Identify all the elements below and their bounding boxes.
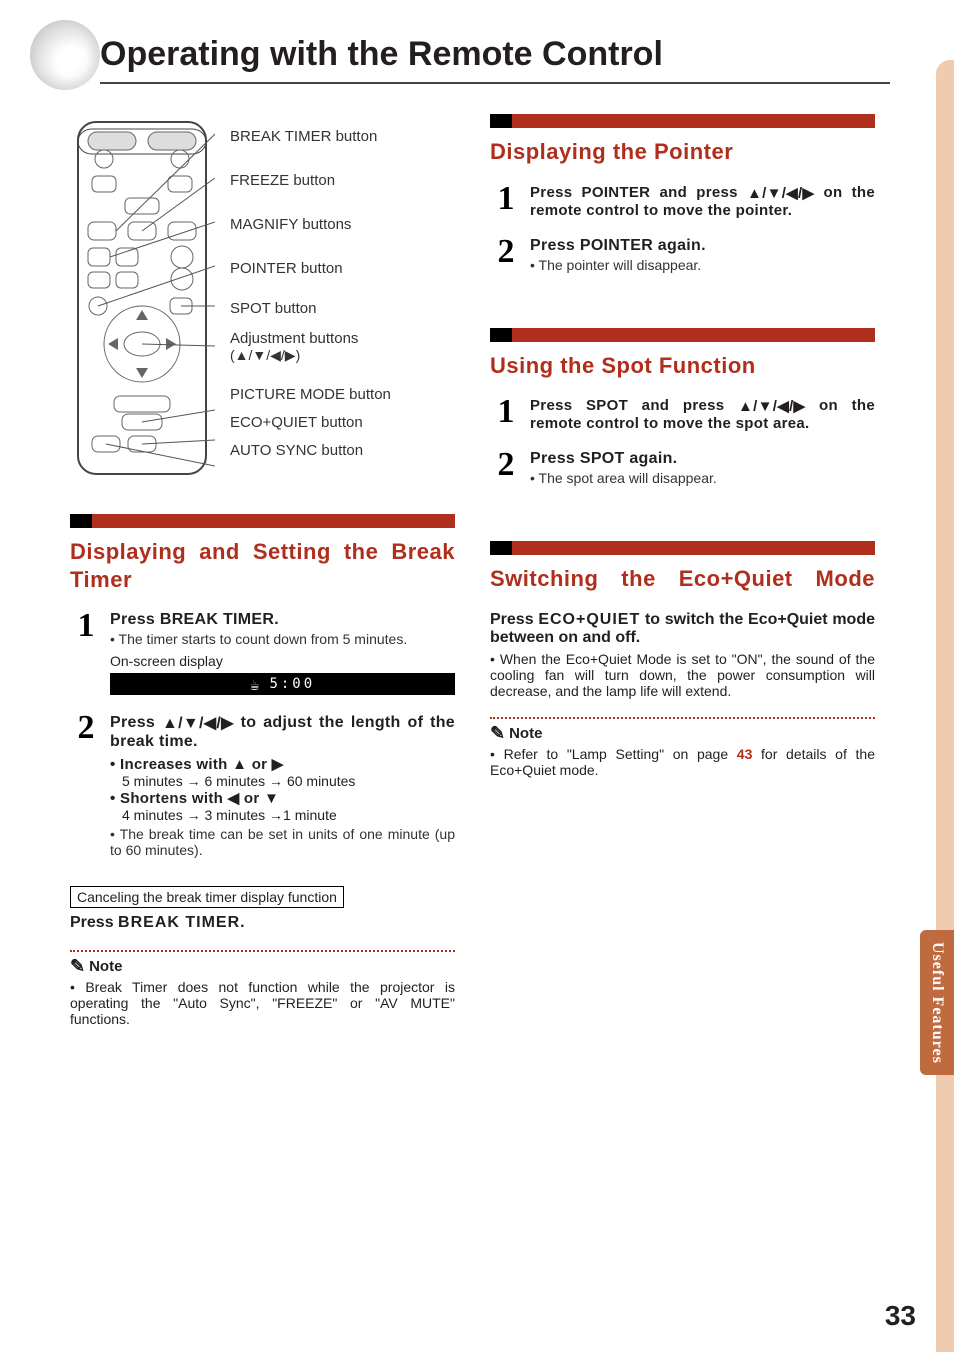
callout-break-timer: BREAK TIMER button — [230, 114, 455, 158]
callout-picture-mode: PICTURE MODE button — [230, 380, 455, 408]
heading-eco-quiet: Switching the Eco+Quiet Mode — [490, 565, 875, 593]
note-icon: ✎ — [490, 723, 505, 744]
break-timer-note-countdown: The timer starts to count down from 5 mi… — [110, 631, 455, 647]
heading-pointer: Displaying the Pointer — [490, 138, 875, 166]
page-number: 33 — [885, 1300, 916, 1332]
callout-freeze: FREEZE button — [230, 158, 455, 202]
left-column: BREAK TIMER button FREEZE button MAGNIFY… — [70, 114, 455, 1027]
step-number: 1 — [490, 184, 522, 215]
section-bar — [490, 328, 875, 342]
arrow-keys: ▲/▼/◀/▶ — [738, 397, 805, 415]
button-name-eco-quiet: ECO+QUIET — [538, 611, 640, 628]
osd-time: 5:00 — [269, 676, 315, 692]
note-body-eco-quiet: Refer to "Lamp Setting" on page 43 for d… — [490, 746, 875, 778]
heading-break-timer: Displaying and Setting the Break Timer — [70, 538, 455, 593]
increase-sequence: 5 minutes → 6 minutes → 60 minutes — [110, 773, 455, 789]
text-period: . — [240, 914, 244, 931]
unit-note: The break time can be set in units of on… — [110, 826, 455, 858]
section-bar — [490, 541, 875, 555]
increase-label: Increases with ▲ or ▶ — [120, 756, 284, 773]
osd-label: On-screen display — [110, 653, 455, 669]
callout-eco-quiet: ECO+QUIET button — [230, 408, 455, 436]
spot-disappear-note: The spot area will disappear. — [530, 470, 875, 486]
step-number: 2 — [70, 713, 102, 744]
corner-decoration — [30, 20, 100, 90]
callout-pointer: POINTER button — [230, 246, 455, 290]
callout-adjustment: Adjustment buttons (▲/▼/◀/▶) — [230, 326, 455, 380]
remote-control-illustration — [70, 114, 215, 484]
button-name-spot: SPOT — [580, 450, 625, 467]
coffee-cup-icon: ☕ — [250, 675, 260, 694]
pointer-disappear-note: The pointer will disappear. — [530, 257, 875, 273]
text-press: Press — [70, 914, 118, 931]
spot-step-2: 2 Press SPOT again. The spot area will d… — [490, 450, 875, 486]
right-column: Displaying the Pointer 1 Press POINTER a… — [490, 114, 875, 1027]
note-body-break-timer: Break Timer does not function while the … — [70, 979, 455, 1027]
step-number: 2 — [490, 450, 522, 481]
button-name-pointer: POINTER — [580, 237, 653, 254]
pointer-step-2: 2 Press POINTER again. The pointer will … — [490, 237, 875, 273]
page-title: Operating with the Remote Control — [100, 35, 890, 84]
cancel-box: Canceling the break timer display functi… — [70, 886, 344, 908]
button-name-pointer: POINTER — [582, 184, 651, 201]
callout-auto-sync: AUTO SYNC button — [230, 436, 455, 464]
callout-magnify: MAGNIFY buttons — [230, 202, 455, 246]
arrow-keys: ▲/▼/◀/▶ — [747, 184, 814, 202]
text-period: . — [274, 611, 279, 628]
remote-diagram: BREAK TIMER button FREEZE button MAGNIFY… — [70, 114, 455, 484]
pointer-step-1: 1 Press POINTER and press ▲/▼/◀/▶ on the… — [490, 184, 875, 219]
note-heading: ✎ Note — [70, 956, 455, 977]
page-reference: 43 — [737, 746, 753, 762]
note-heading: ✎ Note — [490, 723, 875, 744]
on-screen-display: ☕ 5:00 — [110, 673, 455, 695]
remote-callouts: BREAK TIMER button FREEZE button MAGNIFY… — [230, 114, 455, 464]
button-name-break-timer: BREAK TIMER — [118, 914, 240, 931]
shorten-label: Shortens with ◀ or ▼ — [120, 790, 279, 807]
step-number: 2 — [490, 237, 522, 268]
break-timer-step-2: 2 Press ▲/▼/◀/▶ to adjust the length of … — [70, 713, 455, 858]
step-number: 1 — [490, 397, 522, 428]
eco-quiet-description: When the Eco+Quiet Mode is set to "ON", … — [490, 651, 875, 699]
break-timer-step-1: 1 Press BREAK TIMER. The timer starts to… — [70, 611, 455, 695]
callout-spot: SPOT button — [230, 290, 455, 326]
shorten-sequence: 4 minutes → 3 minutes →1 minute — [110, 807, 455, 823]
text-press: Press — [110, 611, 160, 628]
button-name-spot: SPOT — [586, 397, 628, 414]
spot-step-1: 1 Press SPOT and press ▲/▼/◀/▶ on the re… — [490, 397, 875, 432]
text-press: Press — [110, 714, 162, 731]
button-name-break-timer: BREAK TIMER — [160, 611, 274, 628]
section-bar — [490, 114, 875, 128]
section-bar — [70, 514, 455, 528]
heading-spot: Using the Spot Function — [490, 352, 875, 380]
note-icon: ✎ — [70, 956, 85, 977]
arrow-keys: ▲/▼/◀/▶ — [162, 713, 234, 733]
step-number: 1 — [70, 611, 102, 642]
